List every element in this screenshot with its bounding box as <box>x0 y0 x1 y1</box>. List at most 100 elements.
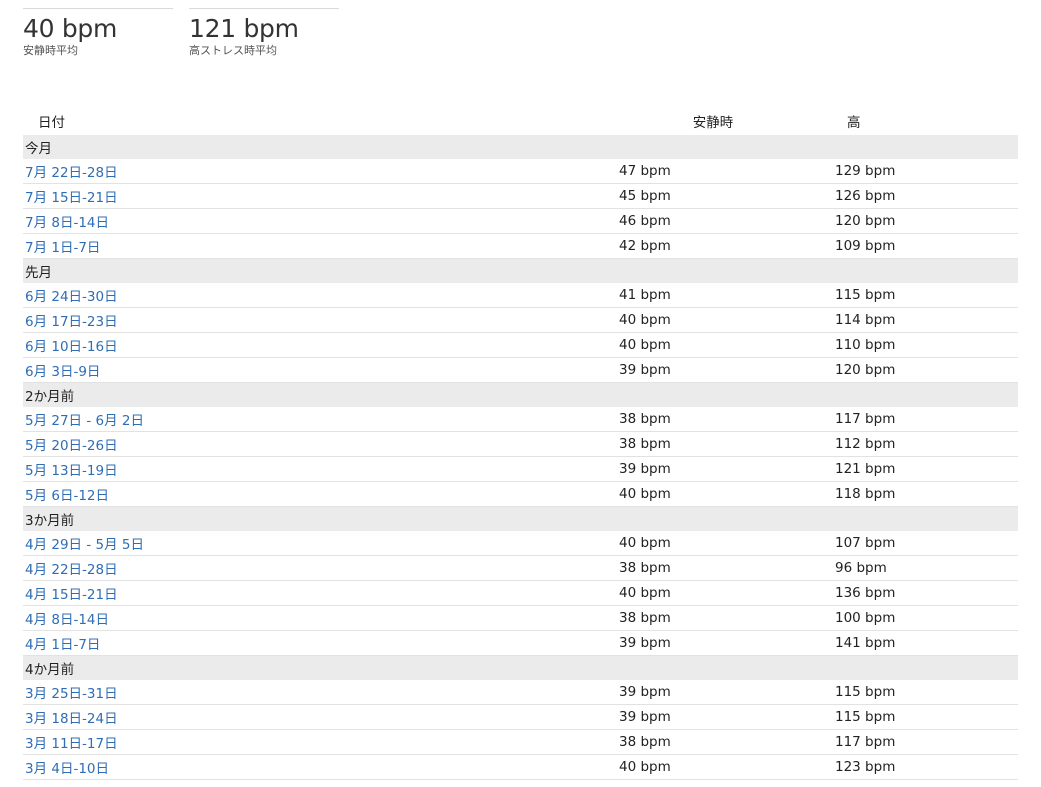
column-header-date: 日付 <box>38 115 65 131</box>
resting-value: 40 bpm <box>583 531 783 556</box>
table-row: 4月 1日-7日 39 bpm 141 bpm <box>23 630 1018 656</box>
high-value: 136 bpm <box>783 580 1018 606</box>
high-value: 110 bpm <box>783 332 1018 358</box>
week-date-link[interactable]: 6月 3日-9日 <box>23 357 583 383</box>
table-row: 6月 10日-16日 40 bpm 110 bpm <box>23 332 1018 358</box>
week-date-link[interactable]: 7月 8日-14日 <box>23 208 583 234</box>
resting-value: 45 bpm <box>583 183 783 209</box>
table-row: 3月 25日-31日 39 bpm 115 bpm <box>23 680 1018 705</box>
group-header-row: 先月 <box>23 258 1018 283</box>
week-date-link[interactable]: 6月 24日-30日 <box>23 283 583 308</box>
table-row: 3月 4日-10日 40 bpm 123 bpm <box>23 754 1018 780</box>
resting-value: 47 bpm <box>583 159 783 184</box>
high-value: 120 bpm <box>783 357 1018 383</box>
resting-value: 40 bpm <box>583 580 783 606</box>
week-date-link[interactable]: 7月 15日-21日 <box>23 183 583 209</box>
resting-value: 39 bpm <box>583 680 783 705</box>
high-value: 114 bpm <box>783 307 1018 333</box>
week-date-link[interactable]: 4月 8日-14日 <box>23 605 583 631</box>
high-value: 107 bpm <box>783 531 1018 556</box>
resting-average-stat: 40 bpm 安静時平均 <box>23 8 173 57</box>
table-row: 3月 18日-24日 39 bpm 115 bpm <box>23 704 1018 730</box>
resting-value: 38 bpm <box>583 605 783 631</box>
high-value: 117 bpm <box>783 407 1018 432</box>
resting-value: 38 bpm <box>583 431 783 457</box>
week-date-link[interactable]: 5月 13日-19日 <box>23 456 583 482</box>
resting-value: 39 bpm <box>583 357 783 383</box>
high-stress-average-value: 121 bpm <box>189 14 299 43</box>
high-stress-average-stat: 121 bpm 高ストレス時平均 <box>189 8 339 57</box>
week-date-link[interactable]: 6月 10日-16日 <box>23 332 583 358</box>
table-row: 7月 8日-14日 46 bpm 120 bpm <box>23 208 1018 234</box>
resting-value: 40 bpm <box>583 481 783 507</box>
resting-value: 40 bpm <box>583 332 783 358</box>
week-date-link[interactable]: 6月 17日-23日 <box>23 307 583 333</box>
table-header-row: 日付 安静時 高 <box>23 107 1018 135</box>
table-row: 5月 27日 - 6月 2日 38 bpm 117 bpm <box>23 407 1018 432</box>
week-date-link[interactable]: 4月 22日-28日 <box>23 555 583 581</box>
high-value: 126 bpm <box>783 183 1018 209</box>
week-date-link[interactable]: 4月 15日-21日 <box>23 580 583 606</box>
week-date-link[interactable]: 3月 4日-10日 <box>23 754 583 780</box>
group-header-row: 今月 <box>23 135 1018 159</box>
high-value: 117 bpm <box>783 729 1018 755</box>
column-header-rest: 安静時 <box>692 115 734 131</box>
table-row: 6月 24日-30日 41 bpm 115 bpm <box>23 283 1018 308</box>
group-label: 4か月前 <box>23 655 1018 680</box>
table-row: 6月 3日-9日 39 bpm 120 bpm <box>23 357 1018 383</box>
high-value: 121 bpm <box>783 456 1018 482</box>
table-row: 4月 8日-14日 38 bpm 100 bpm <box>23 605 1018 631</box>
week-date-link[interactable]: 5月 20日-26日 <box>23 431 583 457</box>
table-row: 7月 15日-21日 45 bpm 126 bpm <box>23 183 1018 209</box>
table-body: 今月 7月 22日-28日 47 bpm 129 bpm 7月 15日-21日 45 bp… <box>23 135 1018 780</box>
table-row: 7月 22日-28日 47 bpm 129 bpm <box>23 159 1018 184</box>
high-value: 141 bpm <box>783 630 1018 656</box>
group-label: 先月 <box>23 258 1018 283</box>
week-date-link[interactable]: 5月 6日-12日 <box>23 481 583 507</box>
table-row: 5月 20日-26日 38 bpm 112 bpm <box>23 431 1018 457</box>
heart-rate-table: 日付 安静時 高 今月 7月 22日-28日 47 bpm 129 bpm 7月 15日… <box>23 107 1018 780</box>
high-value: 115 bpm <box>783 704 1018 730</box>
resting-value: 38 bpm <box>583 729 783 755</box>
resting-value: 39 bpm <box>583 456 783 482</box>
resting-value: 40 bpm <box>583 307 783 333</box>
high-value: 96 bpm <box>783 555 1018 581</box>
resting-value: 41 bpm <box>583 283 783 308</box>
high-value: 112 bpm <box>783 431 1018 457</box>
resting-value: 46 bpm <box>583 208 783 234</box>
high-value: 109 bpm <box>783 233 1018 259</box>
high-value: 115 bpm <box>783 680 1018 705</box>
week-date-link[interactable]: 5月 27日 - 6月 2日 <box>23 407 583 432</box>
group-header-row: 2か月前 <box>23 382 1018 407</box>
table-row: 7月 1日-7日 42 bpm 109 bpm <box>23 233 1018 259</box>
group-header-row: 4か月前 <box>23 655 1018 680</box>
resting-value: 39 bpm <box>583 704 783 730</box>
group-label: 3か月前 <box>23 506 1018 531</box>
group-label: 今月 <box>23 135 1018 159</box>
high-value: 115 bpm <box>783 283 1018 308</box>
week-date-link[interactable]: 4月 29日 - 5月 5日 <box>23 531 583 556</box>
resting-average-label: 安静時平均 <box>23 44 78 57</box>
table-row: 4月 22日-28日 38 bpm 96 bpm <box>23 555 1018 581</box>
high-value: 123 bpm <box>783 754 1018 780</box>
week-date-link[interactable]: 7月 1日-7日 <box>23 233 583 259</box>
high-value: 129 bpm <box>783 159 1018 184</box>
resting-value: 38 bpm <box>583 555 783 581</box>
table-row: 3月 11日-17日 38 bpm 117 bpm <box>23 729 1018 755</box>
resting-value: 38 bpm <box>583 407 783 432</box>
week-date-link[interactable]: 7月 22日-28日 <box>23 159 583 184</box>
group-label: 2か月前 <box>23 382 1018 407</box>
column-header-high: 高 <box>847 115 861 131</box>
summary-stats: 40 bpm 安静時平均 121 bpm 高ストレス時平均 <box>23 8 355 57</box>
resting-value: 39 bpm <box>583 630 783 656</box>
week-date-link[interactable]: 3月 18日-24日 <box>23 704 583 730</box>
group-header-row: 3か月前 <box>23 506 1018 531</box>
table-row: 6月 17日-23日 40 bpm 114 bpm <box>23 307 1018 333</box>
resting-value: 42 bpm <box>583 233 783 259</box>
high-value: 100 bpm <box>783 605 1018 631</box>
table-row: 5月 6日-12日 40 bpm 118 bpm <box>23 481 1018 507</box>
week-date-link[interactable]: 3月 25日-31日 <box>23 680 583 705</box>
week-date-link[interactable]: 4月 1日-7日 <box>23 630 583 656</box>
table-row: 4月 15日-21日 40 bpm 136 bpm <box>23 580 1018 606</box>
week-date-link[interactable]: 3月 11日-17日 <box>23 729 583 755</box>
